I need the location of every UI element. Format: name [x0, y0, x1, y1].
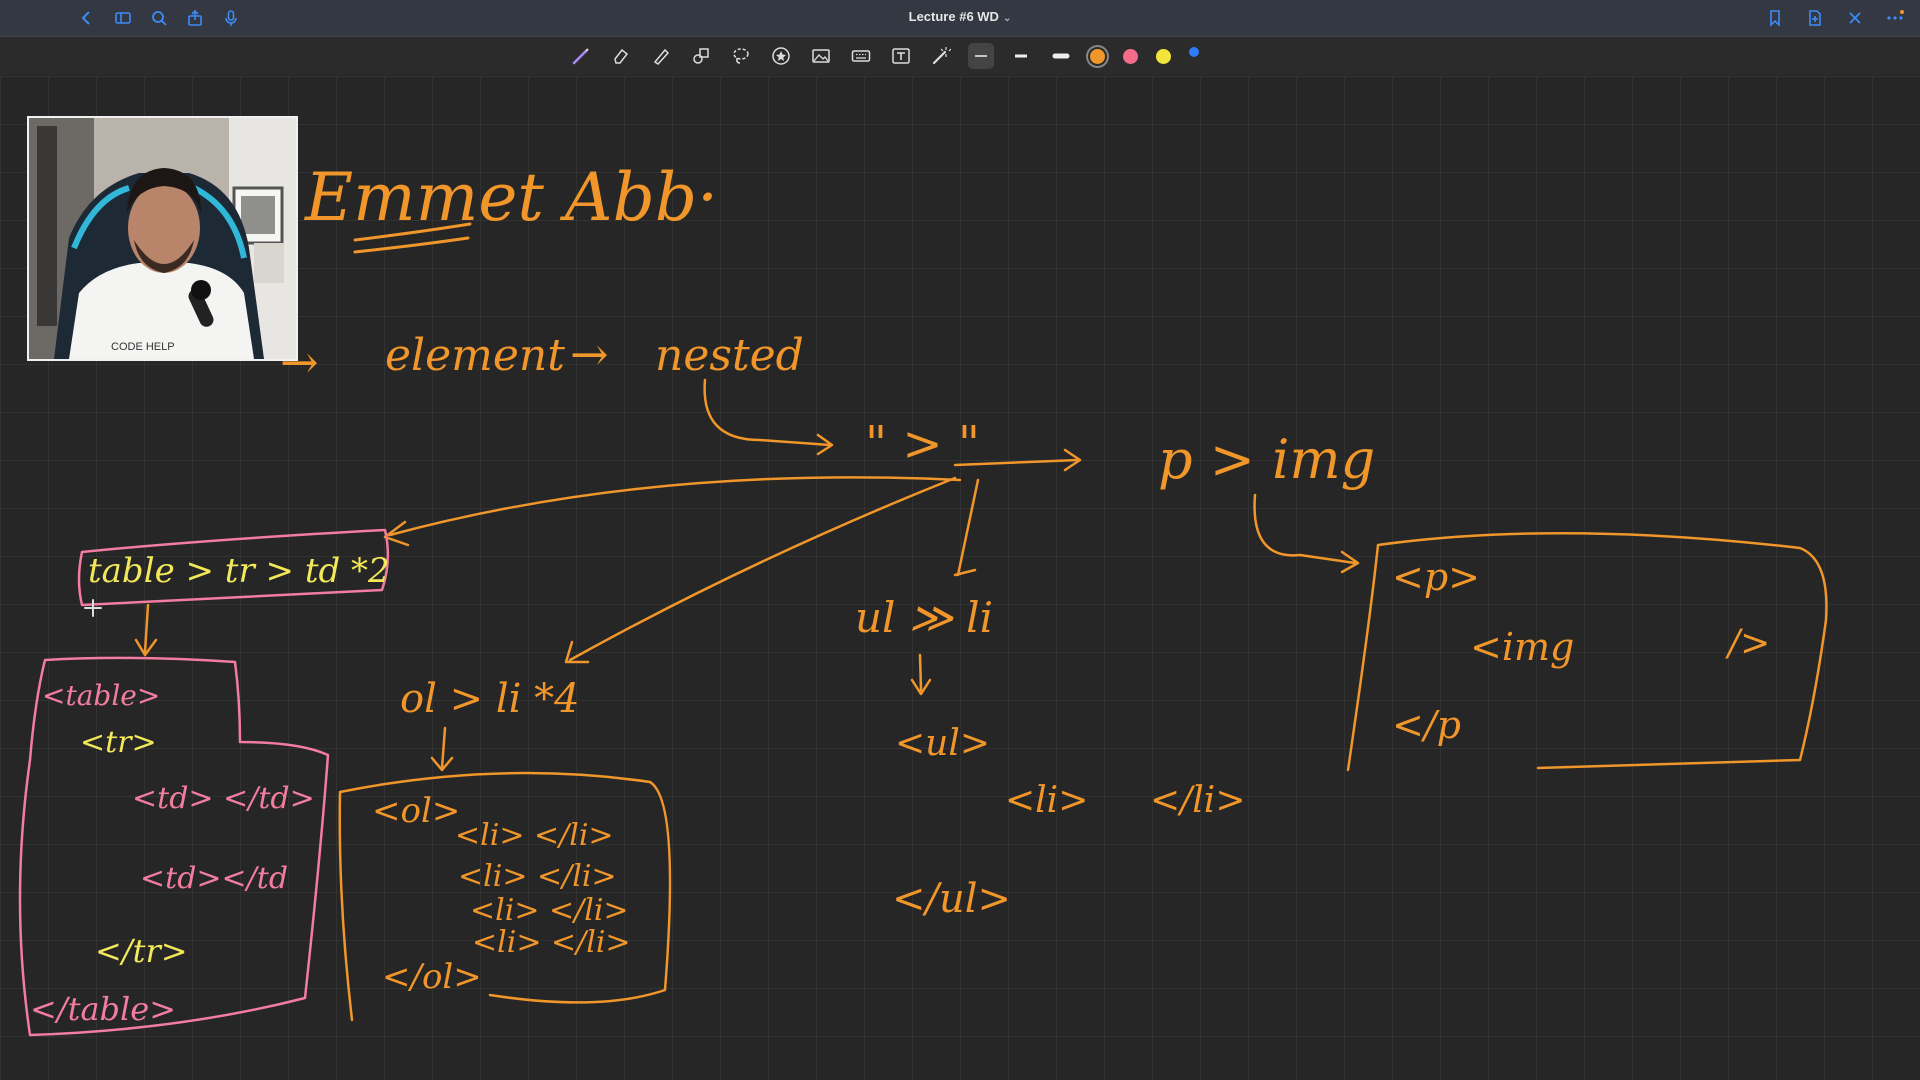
- title-bar-right-controls: [1764, 8, 1906, 28]
- ol-open-tag: <ol>: [372, 791, 460, 831]
- arrow-1-text: →: [280, 335, 319, 389]
- text-box-icon[interactable]: [888, 43, 914, 69]
- color-swatch-yellow[interactable]: [1156, 48, 1171, 64]
- tr-close-tag: </tr>: [95, 932, 188, 970]
- color-swatch-orange[interactable]: [1090, 48, 1105, 64]
- connector-nested-to-operator: [703, 378, 832, 447]
- connector-to-p-box: [1253, 493, 1357, 565]
- new-page-icon[interactable]: [1804, 8, 1826, 28]
- note-canvas[interactable]: CODE HELP Emmet Abb· → element → nested …: [0, 76, 1920, 1080]
- tr-open-tag: <tr>: [80, 725, 157, 760]
- connector-to-table: [388, 476, 962, 537]
- handwriting-layer: Emmet Abb· → element → nested " > " p > …: [18, 159, 1828, 1037]
- nested-text: nested: [655, 330, 804, 381]
- document-title-text[interactable]: Lecture #6 WD: [909, 9, 999, 24]
- li-tag-row-3: <li> </li>: [470, 893, 629, 928]
- color-swatch-pink[interactable]: [1123, 48, 1138, 64]
- td-tag-row-2: <td></td: [140, 861, 288, 896]
- td-tag-row-1: <td> </td>: [132, 781, 315, 816]
- ol-close-tag: </ol>: [382, 957, 482, 997]
- img-tag: <img: [1470, 625, 1574, 669]
- title-bar: Lecture #6 WD ⌄: [0, 0, 1920, 37]
- laser-pointer-icon[interactable]: [928, 43, 954, 69]
- ol-down-arrow: [430, 726, 454, 772]
- more-icon[interactable]: [1884, 8, 1906, 28]
- heading-underline-2: [353, 236, 470, 254]
- pen-icon[interactable]: [568, 43, 594, 69]
- close-icon[interactable]: [1844, 8, 1866, 28]
- lasso-icon[interactable]: [728, 43, 754, 69]
- eraser-icon[interactable]: [608, 43, 634, 69]
- drawing-toolbar: [0, 37, 1920, 75]
- element-text: element: [385, 330, 565, 381]
- li-tag-row-1: <li> </li>: [455, 818, 614, 853]
- ul-close-tag: </ul>: [892, 876, 1011, 922]
- tool-group: [568, 43, 1201, 69]
- table-abbr-text: table > tr > td *2: [88, 551, 390, 591]
- highlighter-icon[interactable]: [648, 43, 674, 69]
- ul-down-arrow: [910, 653, 932, 696]
- ul-open-tag: <ul>: [895, 723, 990, 764]
- stroke-thin-button[interactable]: [968, 43, 994, 69]
- p-img-text: p > img: [1158, 428, 1375, 491]
- li-close-tag: </li>: [1150, 780, 1245, 821]
- stroke-medium-button[interactable]: [1008, 43, 1034, 69]
- keyboard-icon[interactable]: [848, 43, 874, 69]
- li-open-tag: <li>: [1005, 780, 1088, 821]
- table-down-arrow: [134, 603, 158, 657]
- bookmark-icon[interactable]: [1764, 8, 1786, 28]
- connector-to-ul: [956, 478, 980, 577]
- chevron-down-icon[interactable]: ⌄: [1003, 13, 1011, 24]
- document-title[interactable]: Lecture #6 WD ⌄: [0, 9, 1920, 24]
- cursor-move-icon: [84, 599, 102, 617]
- li-tag-row-4: <li> </li>: [472, 925, 631, 960]
- color-swatch-blue[interactable]: [1189, 47, 1199, 57]
- sticker-icon[interactable]: [768, 43, 794, 69]
- table-open-tag: <table>: [42, 679, 160, 712]
- shapes-icon[interactable]: [688, 43, 714, 69]
- heading-text: Emmet Abb·: [304, 159, 718, 236]
- p-open-tag: <p>: [1392, 555, 1480, 599]
- ol-abbr-text: ol > li *4: [400, 676, 580, 722]
- table-close-tag: </table>: [30, 990, 176, 1028]
- table-expansion-box: [18, 656, 330, 1037]
- p-close-tag: </p: [1392, 703, 1461, 747]
- li-tag-row-2: <li> </li>: [458, 859, 617, 894]
- image-icon[interactable]: [808, 43, 834, 69]
- stroke-thick-button[interactable]: [1048, 43, 1074, 69]
- ul-abbr-text: ul ≫ li: [855, 593, 993, 642]
- img-self-close: />: [1725, 623, 1770, 664]
- arrow-2-text: →: [570, 327, 609, 381]
